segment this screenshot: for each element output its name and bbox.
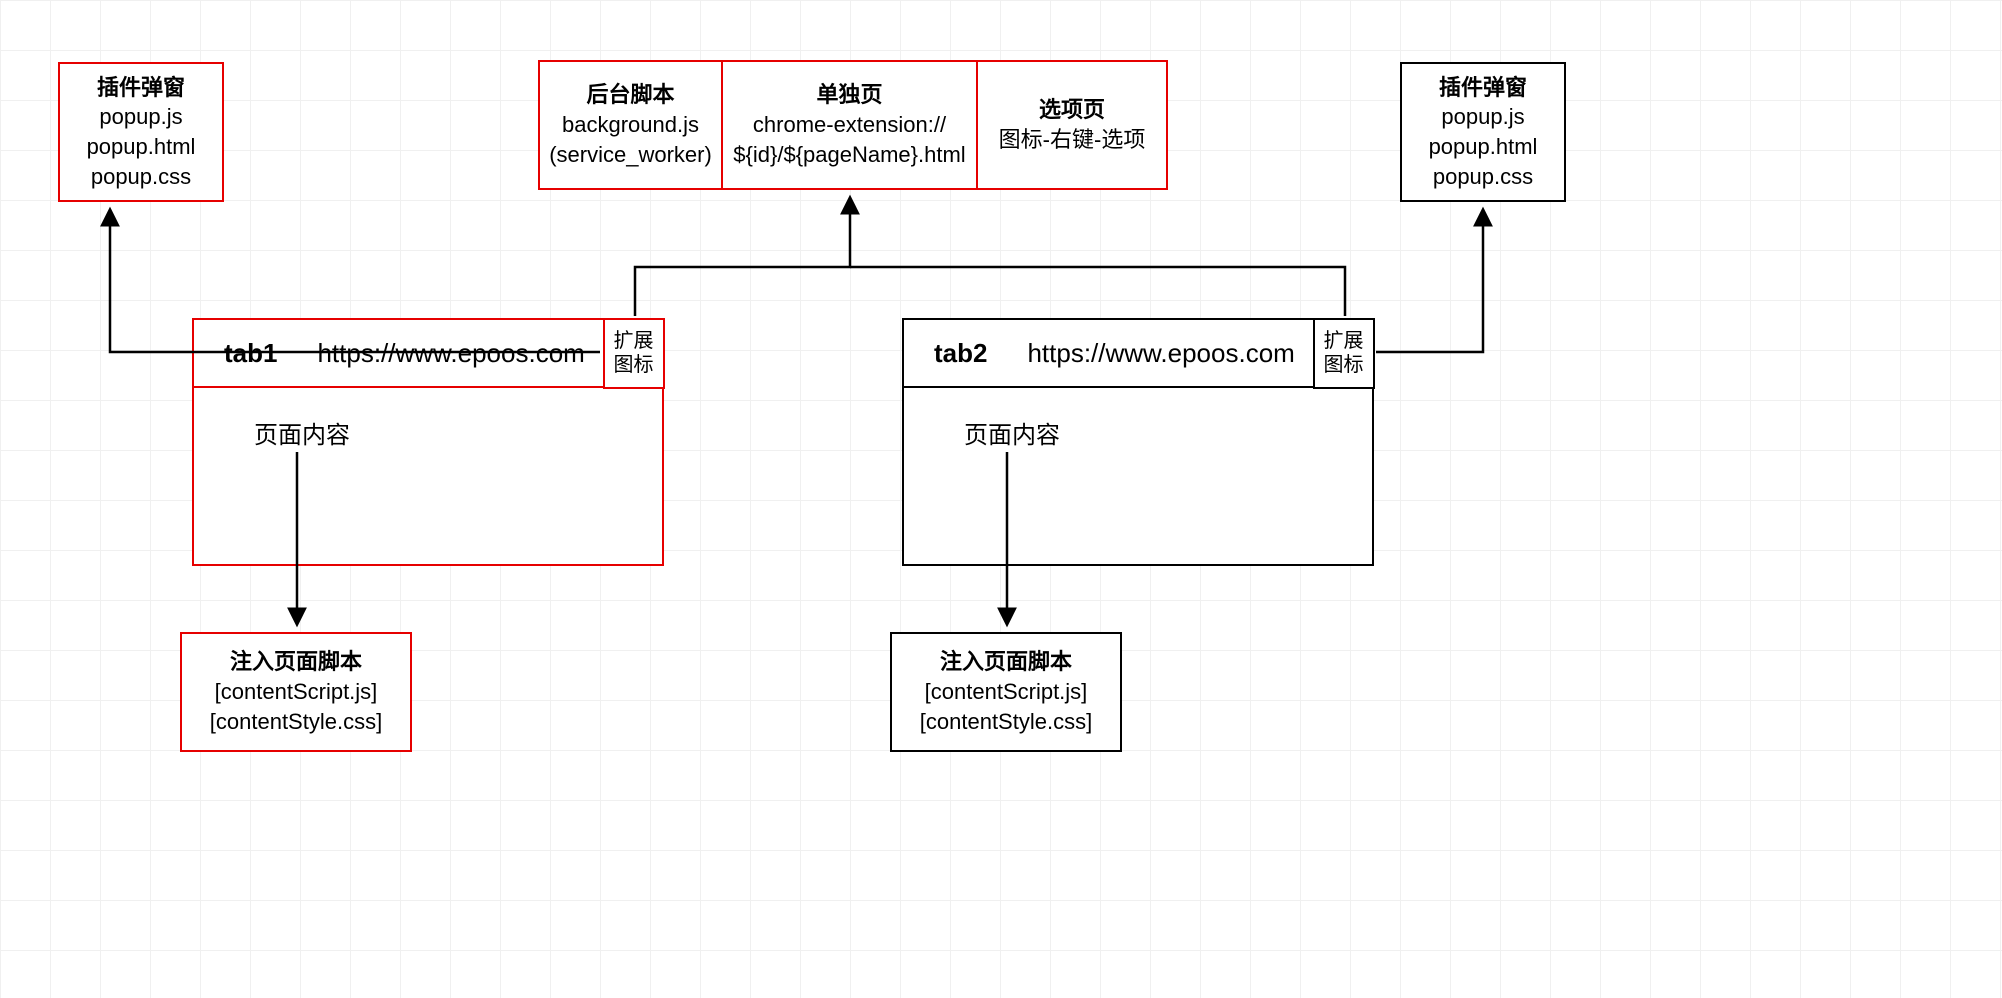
- top-bg-title: 后台脚本: [586, 80, 674, 110]
- top-page-box: 单独页 chrome-extension:// ${id}/${pageName…: [721, 60, 979, 190]
- tab2-ext-l2: 图标: [1324, 353, 1364, 377]
- tab2-ext-icon: 扩展 图标: [1313, 318, 1375, 389]
- top-options-line1: 图标-右键-选项: [999, 125, 1146, 155]
- tab1-window: tab1 https://www.epoos.com 扩展 图标 页面内容: [192, 318, 664, 566]
- popup-left-line3: popup.css: [91, 162, 191, 192]
- popup-box-right: 插件弹窗 popup.js popup.html popup.css: [1400, 62, 1566, 202]
- popup-box-left: 插件弹窗 popup.js popup.html popup.css: [58, 62, 224, 202]
- tab1-ext-l1: 扩展: [614, 329, 654, 353]
- top-bg-box: 后台脚本 background.js (service_worker): [538, 60, 723, 190]
- tab2-name: tab2: [904, 338, 1027, 369]
- popup-left-title: 插件弹窗: [97, 73, 185, 103]
- tab1-name: tab1: [194, 338, 317, 369]
- top-page-title: 单独页: [816, 80, 882, 110]
- popup-right-title: 插件弹窗: [1439, 73, 1527, 103]
- top-options-title: 选项页: [1039, 95, 1105, 125]
- tab2-url: https://www.epoos.com: [1027, 338, 1294, 369]
- popup-left-line1: popup.js: [99, 102, 182, 132]
- tab1-page-label: 页面内容: [254, 415, 350, 450]
- inject-right-line1: [contentScript.js]: [925, 677, 1088, 707]
- popup-right-line1: popup.js: [1441, 102, 1524, 132]
- inject-left-title: 注入页面脚本: [230, 647, 362, 677]
- tab1-ext-l2: 图标: [614, 353, 654, 377]
- popup-left-line2: popup.html: [87, 132, 196, 162]
- tab2-window: tab2 https://www.epoos.com 扩展 图标 页面内容: [902, 318, 1374, 566]
- inject-left-line1: [contentScript.js]: [215, 677, 378, 707]
- diagram-root: 插件弹窗 popup.js popup.html popup.css 插件弹窗 …: [0, 0, 2002, 998]
- top-bg-line1: background.js: [562, 110, 699, 140]
- tab1-tabbar: tab1 https://www.epoos.com 扩展 图标: [194, 320, 662, 388]
- popup-right-line2: popup.html: [1429, 132, 1538, 162]
- inject-box-right: 注入页面脚本 [contentScript.js] [contentStyle.…: [890, 632, 1122, 752]
- tab2-ext-l1: 扩展: [1324, 329, 1364, 353]
- tab2-tabbar: tab2 https://www.epoos.com 扩展 图标: [904, 320, 1372, 388]
- tab1-ext-icon: 扩展 图标: [603, 318, 665, 389]
- top-page-line2: ${id}/${pageName}.html: [733, 140, 965, 170]
- inject-right-title: 注入页面脚本: [940, 647, 1072, 677]
- tab1-url: https://www.epoos.com: [317, 338, 584, 369]
- top-options-box: 选项页 图标-右键-选项: [976, 60, 1168, 190]
- top-bg-line2: (service_worker): [549, 140, 712, 170]
- tab2-page-label: 页面内容: [964, 415, 1060, 450]
- top-page-line1: chrome-extension://: [753, 110, 946, 140]
- inject-left-line2: [contentStyle.css]: [210, 707, 382, 737]
- inject-right-line2: [contentStyle.css]: [920, 707, 1092, 737]
- inject-box-left: 注入页面脚本 [contentScript.js] [contentStyle.…: [180, 632, 412, 752]
- popup-right-line3: popup.css: [1433, 162, 1533, 192]
